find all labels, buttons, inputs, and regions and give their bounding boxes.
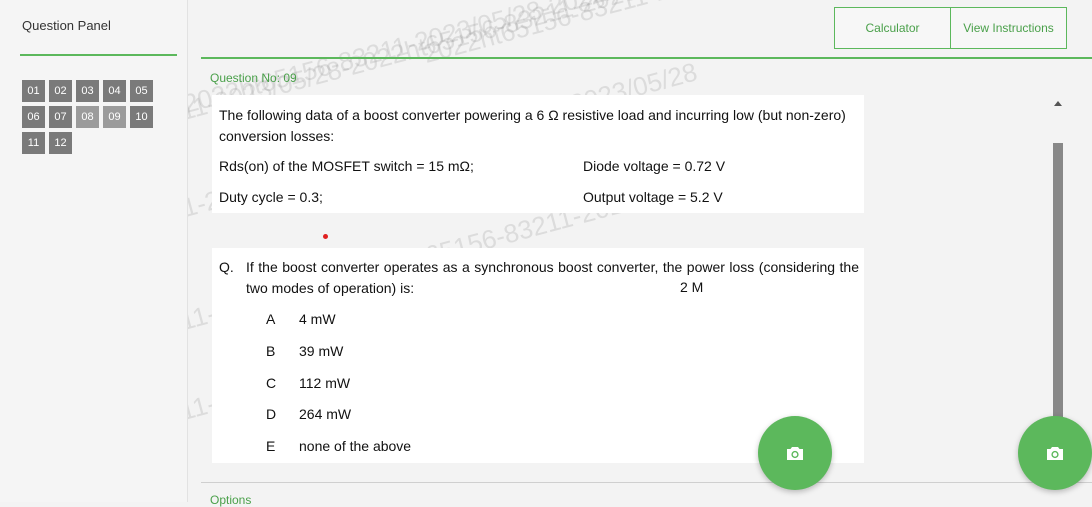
options-label: Options [210, 493, 252, 507]
question-nav-button[interactable]: 05 [130, 80, 153, 102]
diode-voltage: Diode voltage = 0.72 V [583, 158, 726, 174]
question-nav-button[interactable]: 04 [103, 80, 126, 102]
question-nav-button[interactable]: 08 [76, 106, 99, 128]
question-panel: Question Panel 01 02 03 04 05 06 07 08 0… [0, 0, 188, 502]
scroll-up-arrow-icon[interactable] [1054, 101, 1062, 106]
question-nav-button[interactable]: 03 [76, 80, 99, 102]
option-b[interactable]: B 39 mW [266, 343, 343, 359]
option-text: 112 mW [299, 375, 351, 391]
question-nav-button[interactable]: 09 [103, 106, 126, 128]
question-nav-button[interactable]: 01 [22, 80, 45, 102]
question-nav-button[interactable]: 07 [49, 106, 72, 128]
option-letter: B [266, 343, 276, 359]
question-nav-button[interactable]: 02 [49, 80, 72, 102]
toolbar: Calculator View Instructions [834, 7, 1067, 49]
panel-divider [20, 54, 177, 56]
option-text: 4 mW [299, 311, 336, 327]
scrollbar-thumb[interactable] [1053, 143, 1063, 463]
option-text: 264 mW [299, 406, 352, 422]
question-number: Question No: 09 [210, 71, 297, 85]
rds-value: Rds(on) of the MOSFET switch = 15 mΩ; [219, 158, 474, 174]
question-label: Q. [219, 259, 234, 275]
option-text: 39 mW [299, 343, 344, 359]
question-body: If the boost converter operates as a syn… [246, 259, 859, 296]
option-a[interactable]: A 4 mW [266, 311, 336, 327]
question-stem: The following data of a boost converter … [219, 107, 846, 144]
option-text: none of the above [299, 438, 412, 454]
panel-title: Question Panel [22, 18, 111, 33]
marks-label: 2 M [680, 279, 704, 295]
question-nav-button[interactable]: 06 [22, 106, 45, 128]
question-nav-button[interactable]: 10 [130, 106, 153, 128]
camera-button[interactable] [758, 416, 832, 490]
question-nav-button[interactable]: 11 [22, 132, 45, 154]
header-divider [201, 57, 1092, 59]
question-text: Q. If the boost converter operates as a … [219, 257, 859, 299]
option-letter: C [266, 375, 277, 391]
output-voltage: Output voltage = 5.2 V [583, 189, 723, 205]
cursor-dot [323, 234, 328, 239]
question-grid: 01 02 03 04 05 06 07 08 09 10 11 12 [22, 80, 162, 154]
duty-cycle: Duty cycle = 0.3; [219, 189, 323, 205]
view-instructions-button[interactable]: View Instructions [950, 8, 1066, 48]
calculator-button[interactable]: Calculator [835, 8, 950, 48]
options-divider [201, 482, 1092, 483]
option-d[interactable]: D 264 mW [266, 406, 351, 422]
question-nav-button[interactable]: 12 [49, 132, 72, 154]
camera-icon [1047, 447, 1063, 460]
camera-icon [787, 447, 803, 460]
option-letter: E [266, 438, 276, 454]
option-c[interactable]: C 112 mW [266, 375, 350, 391]
option-e[interactable]: Enone of the above [266, 438, 411, 454]
option-letter: D [266, 406, 277, 422]
camera-button[interactable] [1018, 416, 1092, 490]
option-letter: A [266, 311, 276, 327]
